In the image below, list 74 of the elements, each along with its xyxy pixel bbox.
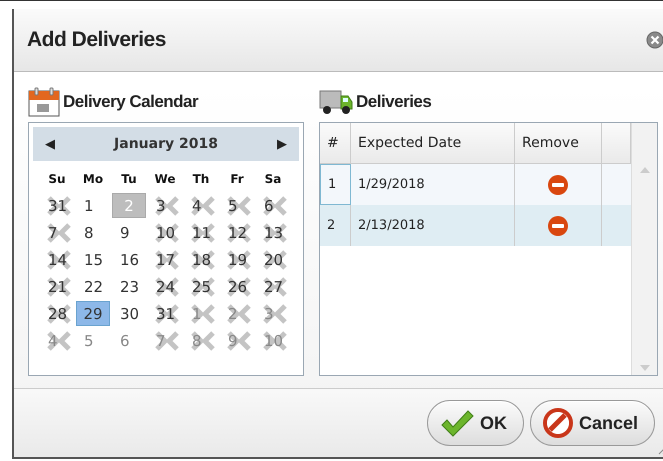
weekday-label: Fr — [230, 172, 244, 186]
check-icon — [440, 409, 474, 437]
ok-button[interactable]: OK — [426, 400, 524, 446]
weekday-label: Sa — [264, 172, 282, 186]
calendar-day: 11 — [192, 224, 212, 242]
calendar-day: 13 — [264, 224, 284, 242]
calendar-day: 25 — [192, 278, 212, 296]
table-row[interactable]: 1 1/29/2018 — [320, 164, 631, 205]
calendar-day: 26 — [228, 278, 248, 296]
weekday-label: Tu — [121, 172, 137, 186]
calendar-day: 14 — [48, 250, 68, 268]
next-month-button[interactable]: ▶ — [277, 136, 287, 152]
calendar-day[interactable]: 29 — [76, 301, 110, 326]
calendar-day: 2 — [228, 304, 238, 322]
calendar-day: 1 — [192, 304, 202, 322]
calendar-day[interactable]: 30 — [120, 304, 140, 322]
calendar-day: 19 — [228, 250, 248, 268]
calendar-day: 5 — [228, 196, 238, 214]
calendar-day[interactable]: 23 — [120, 278, 140, 296]
weekday-label: Th — [192, 172, 210, 186]
calendar-day[interactable]: 6 — [120, 332, 130, 350]
truck-icon — [319, 88, 353, 116]
column-header[interactable]: Remove — [515, 123, 602, 163]
calendar-day: 6 — [264, 196, 274, 214]
calendar-day[interactable]: 1 — [84, 196, 94, 214]
calendar-day: 31 — [156, 304, 176, 322]
calendar-day[interactable]: 8 — [84, 224, 94, 242]
table-cell: 1 — [320, 164, 351, 205]
calendar-day: 27 — [264, 278, 284, 296]
calendar-day[interactable]: 9 — [120, 224, 130, 242]
calendar-icon — [28, 87, 60, 117]
calendar-day: 7 — [48, 224, 58, 242]
calendar-day: 3 — [156, 196, 166, 214]
section-heading: Deliveries — [356, 92, 432, 112]
calendar-day: 4 — [48, 332, 58, 350]
month-title: January 2018 — [114, 136, 218, 152]
calendar-day: 12 — [228, 224, 248, 242]
calendar-day: 3 — [264, 304, 274, 322]
weekday-label: Mo — [82, 172, 104, 186]
weekday-label: We — [154, 172, 176, 186]
scroll-down-icon[interactable] — [640, 365, 650, 371]
table-cell: 2 — [320, 205, 351, 246]
calendar-day: 28 — [48, 304, 68, 322]
calendar-day[interactable]: 5 — [84, 332, 94, 350]
no-entry-icon — [542, 408, 573, 438]
scrollbar[interactable] — [631, 123, 657, 375]
calendar-day: 17 — [156, 250, 176, 268]
window-title: Add Deliveries — [27, 28, 166, 52]
calendar-day: 7 — [156, 332, 166, 350]
calendar-day[interactable]: 15 — [84, 250, 104, 268]
table-row[interactable]: 2 2/13/2018 — [320, 205, 631, 246]
previous-month-button[interactable]: ◀ — [45, 136, 55, 152]
calendar-day: 9 — [228, 332, 238, 350]
calendar-day: 8 — [192, 332, 202, 350]
close-icon[interactable] — [646, 31, 663, 49]
calendar-day: 20 — [264, 250, 284, 268]
cancel-button[interactable]: Cancel — [530, 400, 655, 446]
calendar-day: 31 — [48, 196, 68, 214]
calendar-day: 24 — [156, 278, 176, 296]
calendar-day: 4 — [192, 196, 202, 214]
weekday-label: Su — [48, 172, 66, 186]
scroll-up-icon[interactable] — [640, 167, 650, 173]
column-header[interactable]: Expected Date — [351, 123, 515, 163]
calendar-day[interactable]: 22 — [84, 278, 104, 296]
column-header[interactable]: # — [320, 123, 351, 163]
calendar-day: 21 — [48, 278, 68, 296]
calendar-day[interactable]: 16 — [120, 250, 140, 268]
calendar-day: 10 — [156, 224, 176, 242]
remove-icon[interactable] — [547, 214, 569, 236]
table-cell: 2/13/2018 — [351, 205, 515, 246]
section-heading: Delivery Calendar — [63, 92, 198, 112]
calendar-day: 18 — [192, 250, 212, 268]
remove-icon[interactable] — [547, 174, 569, 196]
calendar-day: 10 — [264, 332, 284, 350]
